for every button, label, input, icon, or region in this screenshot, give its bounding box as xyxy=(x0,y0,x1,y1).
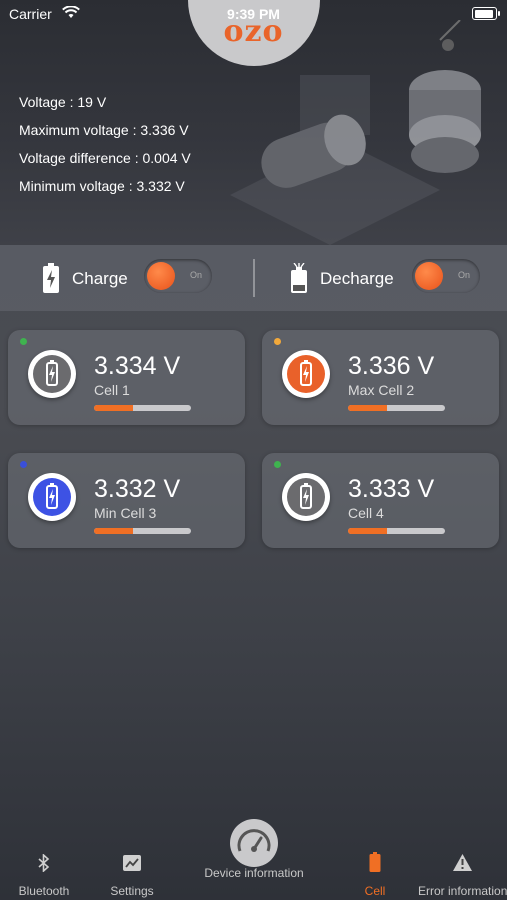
discharge-switch[interactable]: On xyxy=(412,259,480,293)
cell-label: Cell 4 xyxy=(348,505,384,521)
cell-battery-icon xyxy=(28,473,76,521)
cell-status-dot xyxy=(20,338,27,345)
min-voltage-text: Minimum voltage : 3.332 V xyxy=(19,178,185,194)
cell-label: Cell 1 xyxy=(94,382,130,398)
bolt-icon xyxy=(300,483,312,509)
charge-toggle-row: Charge On Decharge On xyxy=(0,245,507,311)
chart-icon xyxy=(123,855,141,871)
tab-bluetooth[interactable]: Bluetooth xyxy=(0,840,88,900)
discharge-switch-knob xyxy=(415,262,443,290)
discharge-label: Decharge xyxy=(320,269,394,288)
cell-voltage: 3.336 V xyxy=(348,352,435,380)
cell-label: Max Cell 2 xyxy=(348,382,415,398)
tab-label: Settings xyxy=(110,884,154,898)
tab-label: Cell xyxy=(364,884,386,898)
tab-label: Error information xyxy=(418,884,507,898)
bolt-icon xyxy=(300,360,312,386)
voltage-stats: Voltage : 19 V Maximum voltage : 3.336 V… xyxy=(19,88,191,200)
cell-level-bar xyxy=(94,405,191,411)
tab-label: Device information xyxy=(204,866,304,880)
max-voltage-text: Maximum voltage : 3.336 V xyxy=(19,122,189,138)
warning-icon xyxy=(453,854,472,871)
cell-battery-icon xyxy=(28,350,76,398)
cell-voltage: 3.333 V xyxy=(348,475,435,503)
voltage-text: Voltage : 19 V xyxy=(19,94,107,110)
cell-card-4[interactable]: 3.333 V Cell 4 xyxy=(262,453,499,548)
discharge-group: Decharge On xyxy=(290,259,490,297)
cell-card-3[interactable]: 3.332 V Min Cell 3 xyxy=(8,453,245,548)
voltage-difference-text: Voltage difference : 0.004 V xyxy=(19,150,191,166)
cell-voltage: 3.334 V xyxy=(94,352,181,380)
cell-card-1[interactable]: 3.334 V Cell 1 xyxy=(8,330,245,425)
cell-battery-icon xyxy=(282,350,330,398)
charge-switch-state: On xyxy=(189,270,202,280)
cell-level-bar xyxy=(348,528,445,534)
bolt-icon xyxy=(46,483,58,509)
charge-group: Charge On xyxy=(42,259,242,297)
charging-battery-icon xyxy=(43,263,59,293)
cell-card-2[interactable]: 3.336 V Max Cell 2 xyxy=(262,330,499,425)
tab-settings[interactable]: Settings xyxy=(88,840,176,900)
battery-icon xyxy=(369,852,381,872)
header-panel: ozo Carrier 9:39 PM Voltage : 19 V Maxim… xyxy=(0,0,507,245)
bolt-icon xyxy=(46,360,58,386)
discharge-switch-state: On xyxy=(457,270,470,280)
cell-status-dot xyxy=(274,461,281,468)
tab-cell[interactable]: Cell xyxy=(332,840,418,900)
cell-battery-icon xyxy=(282,473,330,521)
toggle-divider xyxy=(253,259,255,297)
tab-device-information[interactable]: Device information xyxy=(190,840,318,900)
charge-label: Charge xyxy=(72,269,128,288)
cell-level-bar xyxy=(348,405,445,411)
tab-label: Bluetooth xyxy=(18,884,70,898)
cell-label: Min Cell 3 xyxy=(94,505,157,521)
cell-status-dot xyxy=(274,338,281,345)
tab-error-information[interactable]: Error information xyxy=(418,840,507,900)
clock: 9:39 PM xyxy=(227,6,280,22)
cell-voltage: 3.332 V xyxy=(94,475,181,503)
tab-bar: Bluetooth Settings Device information Ce… xyxy=(0,840,507,900)
cell-status-dot xyxy=(20,461,27,468)
charge-switch-knob xyxy=(147,262,175,290)
charge-switch[interactable]: On xyxy=(144,259,212,293)
discharging-battery-icon xyxy=(291,263,307,293)
bluetooth-icon xyxy=(38,854,50,872)
cell-level-bar xyxy=(94,528,191,534)
